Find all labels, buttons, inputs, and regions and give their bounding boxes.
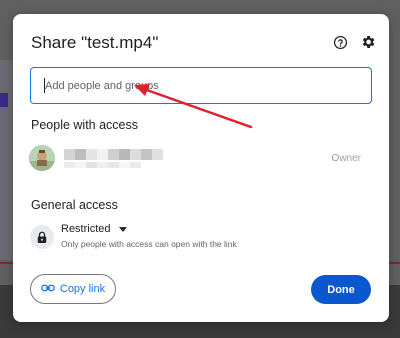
access-level-dropdown[interactable]: Restricted xyxy=(61,223,127,235)
gear-icon[interactable] xyxy=(359,33,377,51)
redacted-name xyxy=(64,149,163,160)
copy-link-button[interactable]: Copy link xyxy=(30,274,116,304)
people-with-access-heading: People with access xyxy=(31,118,139,132)
person-row[interactable]: Owner xyxy=(29,145,373,173)
link-icon xyxy=(40,283,55,295)
background-accent xyxy=(0,93,8,107)
done-button[interactable]: Done xyxy=(311,275,371,304)
help-icon[interactable] xyxy=(331,33,349,51)
role-owner: Owner xyxy=(331,153,361,164)
dialog-title: Share "test.mp4" xyxy=(31,33,159,52)
lock-icon xyxy=(30,225,54,249)
caret-down-icon xyxy=(118,223,127,235)
access-description: Only people with access can open with th… xyxy=(61,239,237,249)
general-access-heading: General access xyxy=(31,198,118,212)
copy-link-label: Copy link xyxy=(59,283,106,295)
share-dialog: Share "test.mp4" People with access xyxy=(13,14,389,322)
text-cursor xyxy=(44,78,45,93)
background-sidebar xyxy=(0,60,14,260)
add-people-input[interactable] xyxy=(30,67,372,104)
redacted-email xyxy=(64,162,141,168)
access-level-label: Restricted xyxy=(61,223,111,235)
avatar xyxy=(29,145,55,171)
